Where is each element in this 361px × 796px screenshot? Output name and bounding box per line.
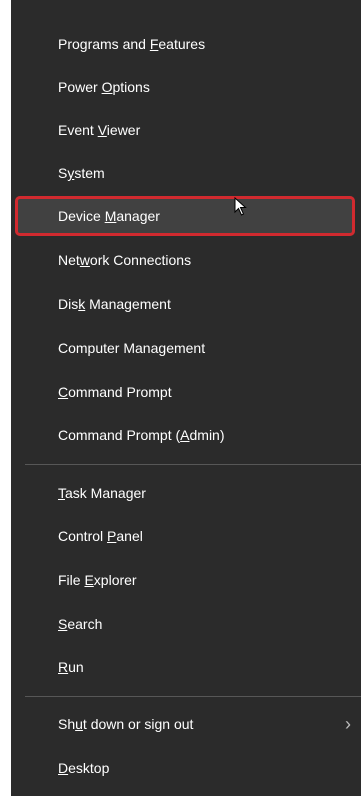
winx-power-user-menu: Programs and Features Power Options Even… (11, 0, 361, 796)
menu-item-event-viewer[interactable]: Event Viewer (11, 110, 361, 150)
menu-item-device-manager[interactable]: Device Manager (15, 196, 355, 236)
menu-separator (25, 696, 361, 697)
menu-item-file-explorer[interactable]: File Explorer (11, 560, 361, 600)
menu-item-control-panel[interactable]: Control Panel (11, 516, 361, 556)
menu-item-shut-down-or-sign-out[interactable]: Shut down or sign out › (11, 704, 361, 744)
menu-item-desktop[interactable]: Desktop (11, 748, 361, 788)
menu-separator (25, 464, 361, 465)
menu-item-computer-management[interactable]: Computer Management (11, 328, 361, 368)
menu-item-system[interactable]: System (11, 153, 361, 193)
menu-item-run[interactable]: Run (11, 647, 361, 687)
menu-item-task-manager[interactable]: Task Manager (11, 473, 361, 513)
menu-item-network-connections[interactable]: Network Connections (11, 240, 361, 280)
menu-item-disk-management[interactable]: Disk Management (11, 284, 361, 324)
menu-item-power-options[interactable]: Power Options (11, 67, 361, 107)
mouse-pointer-icon (234, 197, 247, 216)
menu-item-command-prompt-admin[interactable]: Command Prompt (Admin) (11, 415, 361, 455)
chevron-right-icon: › (345, 714, 351, 734)
menu-item-search[interactable]: Search (11, 604, 361, 644)
menu-item-programs-and-features[interactable]: Programs and Features (11, 24, 361, 64)
menu-item-command-prompt[interactable]: Command Prompt (11, 372, 361, 412)
